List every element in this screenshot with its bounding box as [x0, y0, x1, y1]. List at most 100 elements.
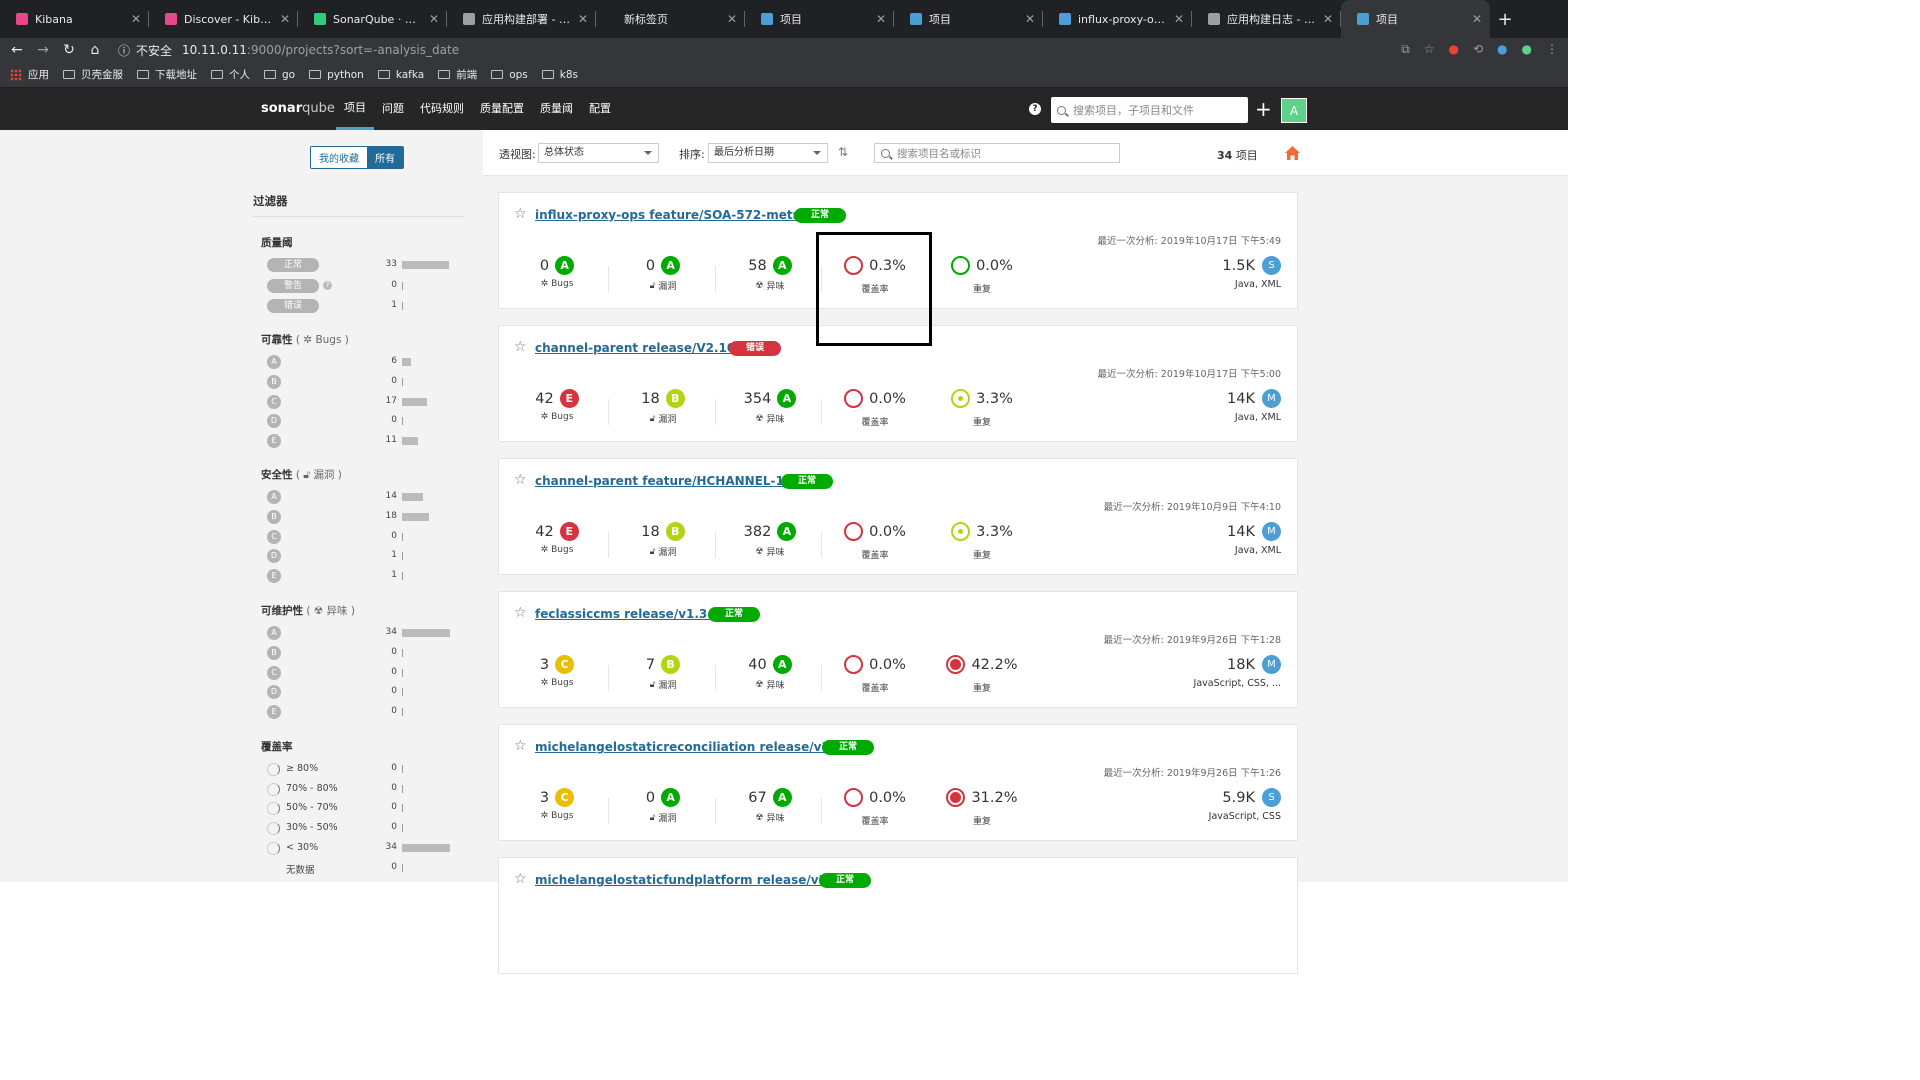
tab-close-icon[interactable]: ✕ — [280, 12, 290, 26]
bookmark-item[interactable]: k8s — [541, 69, 578, 81]
smell-metric[interactable]: 354 A ☢ 异味 — [725, 389, 815, 425]
help-icon[interactable]: ? — [1029, 103, 1041, 115]
sort-direction-icon[interactable]: ⇅ — [838, 145, 852, 161]
filter-option[interactable]: B 18 — [261, 508, 461, 526]
project-search-input[interactable]: 搜索项目名或标识 — [874, 143, 1120, 163]
bookmark-item[interactable]: kafka — [377, 69, 424, 81]
url-field[interactable]: ⓘ 不安全 10.11.0.11:9000/projects?sort=-ana… — [118, 42, 459, 59]
duplication-metric[interactable]: 42.2% 重复 — [937, 655, 1027, 694]
tab-close-icon[interactable]: ✕ — [1472, 12, 1482, 26]
vuln-metric[interactable]: 18 B 🔓︎ 漏洞 — [618, 389, 708, 425]
translate-icon[interactable]: ⧉ — [1401, 42, 1410, 57]
bugs-metric[interactable]: 3 C ✲ Bugs — [512, 788, 602, 821]
smell-metric[interactable]: 58 A ☢ 异味 — [725, 256, 815, 292]
bookmark-item[interactable]: 应用 — [10, 67, 49, 82]
extension-icon[interactable]: ● — [1448, 42, 1458, 57]
coverage-metric[interactable]: 0.0% 覆盖率 — [830, 389, 920, 428]
home-icon[interactable] — [1285, 146, 1300, 160]
help-icon[interactable]: ? — [323, 280, 332, 290]
favorites-button[interactable]: 我的收藏 — [311, 147, 367, 168]
vuln-metric[interactable]: 0 A 🔓︎ 漏洞 — [618, 256, 708, 292]
filter-option[interactable]: 错误 1 — [261, 297, 461, 315]
new-tab-icon[interactable]: + — [1490, 0, 1520, 38]
smell-metric[interactable]: 40 A ☢ 异味 — [725, 655, 815, 691]
favorite-star-icon[interactable]: ☆ — [514, 605, 527, 621]
filter-option[interactable]: ≥ 80% 0 — [261, 760, 461, 778]
tab-close-icon[interactable]: ✕ — [1323, 12, 1333, 26]
size-metric[interactable]: 5.9K S JavaScript, CSS — [1209, 788, 1281, 822]
tab-close-icon[interactable]: ✕ — [1025, 12, 1035, 26]
browser-tab[interactable]: 项目 ✕ — [1341, 0, 1490, 38]
vuln-metric[interactable]: 7 B 🔓︎ 漏洞 — [618, 655, 708, 691]
bookmark-item[interactable]: python — [309, 69, 364, 81]
filter-option[interactable]: 50% - 70% 0 — [261, 799, 461, 817]
coverage-metric[interactable]: 0.3% 覆盖率 — [830, 256, 920, 295]
browser-tab[interactable]: 应用构建日志 - Stark ✕ — [1192, 0, 1341, 38]
filter-option[interactable]: < 30% 34 — [261, 839, 461, 857]
bookmark-item[interactable]: go — [264, 69, 295, 81]
extension-icon[interactable]: ● — [1497, 42, 1507, 57]
bugs-metric[interactable]: 42 E ✲ Bugs — [512, 389, 602, 422]
filter-option[interactable]: C 17 — [261, 393, 461, 411]
all-button[interactable]: 所有 — [367, 147, 403, 168]
filter-option[interactable]: B0 — [261, 373, 461, 391]
nav-item[interactable]: 问题 — [374, 88, 412, 130]
forward-icon[interactable]: → — [30, 42, 56, 58]
browser-tab[interactable]: SonarQube · 语雀 ✕ — [298, 0, 447, 38]
favorite-star-icon[interactable]: ☆ — [514, 339, 527, 355]
bookmark-item[interactable]: ops — [491, 69, 528, 81]
favorite-star-icon[interactable]: ☆ — [514, 472, 527, 488]
nav-item[interactable]: 配置 — [581, 88, 619, 130]
size-metric[interactable]: 18K M JavaScript, CSS, ... — [1194, 655, 1281, 689]
global-search-input[interactable]: 搜索项目，子项目和文件 — [1051, 97, 1248, 123]
nav-item[interactable]: 代码规则 — [412, 88, 472, 130]
project-name-link[interactable]: michelangelostaticreconciliation release… — [535, 740, 856, 754]
browser-tab[interactable]: Discover - Kibana ✕ — [149, 0, 298, 38]
filter-option[interactable]: 无数据 0 — [261, 859, 461, 877]
project-name-link[interactable]: influx-proxy-ops feature/SOA-572-metrics — [535, 208, 817, 222]
filter-option[interactable]: 70% - 80% 0 — [261, 780, 461, 798]
avatar[interactable]: A — [1281, 98, 1307, 123]
tab-close-icon[interactable]: ✕ — [727, 12, 737, 26]
filter-option[interactable]: E1 — [261, 567, 461, 585]
bookmark-item[interactable]: 下载地址 — [137, 67, 197, 82]
filter-option[interactable]: E 11 — [261, 432, 461, 450]
bookmark-star-icon[interactable]: ☆ — [1424, 42, 1435, 57]
filter-option[interactable]: B0 — [261, 644, 461, 662]
size-metric[interactable]: 14K M Java, XML — [1227, 389, 1281, 423]
favorite-star-icon[interactable]: ☆ — [514, 871, 527, 887]
menu-icon[interactable]: ⋮ — [1546, 42, 1558, 57]
filter-option[interactable]: C0 — [261, 528, 461, 546]
bugs-metric[interactable]: 42 E ✲ Bugs — [512, 522, 602, 555]
view-select[interactable]: 总体状态 — [538, 143, 659, 163]
coverage-metric[interactable]: 0.0% 覆盖率 — [830, 522, 920, 561]
tab-close-icon[interactable]: ✕ — [876, 12, 886, 26]
size-metric[interactable]: 14K M Java, XML — [1227, 522, 1281, 556]
size-metric[interactable]: 1.5K S Java, XML — [1222, 256, 1281, 290]
filter-option[interactable]: A6 — [261, 353, 461, 371]
duplication-metric[interactable]: 0.0% 重复 — [937, 256, 1027, 295]
filter-option[interactable]: A 14 — [261, 488, 461, 506]
coverage-metric[interactable]: 0.0% 覆盖率 — [830, 788, 920, 827]
browser-tab[interactable]: Kibana ✕ — [0, 0, 149, 38]
duplication-metric[interactable]: 3.3% 重复 — [937, 522, 1027, 561]
tab-close-icon[interactable]: ✕ — [131, 12, 141, 26]
smell-metric[interactable]: 67 A ☢ 异味 — [725, 788, 815, 824]
sort-select[interactable]: 最后分析日期 — [708, 143, 828, 163]
sonarqube-logo[interactable]: sonarqube — [261, 101, 335, 116]
filter-option[interactable]: 正常 33 — [261, 256, 461, 274]
reload-icon[interactable]: ↻ — [56, 42, 82, 58]
filter-option[interactable]: D0 — [261, 412, 461, 430]
project-name-link[interactable]: feclassiccms release/v1.3.0 — [535, 607, 720, 621]
home-icon[interactable]: ⌂ — [82, 42, 108, 58]
filter-option[interactable]: C0 — [261, 664, 461, 682]
extension-icon[interactable]: ⟲ — [1473, 42, 1483, 57]
tab-close-icon[interactable]: ✕ — [1174, 12, 1184, 26]
tab-close-icon[interactable]: ✕ — [578, 12, 588, 26]
browser-tab[interactable]: 项目 ✕ — [745, 0, 894, 38]
project-name-link[interactable]: channel-parent feature/HCHANNEL-177 — [535, 474, 801, 488]
coverage-metric[interactable]: 0.0% 覆盖率 — [830, 655, 920, 694]
smell-metric[interactable]: 382 A ☢ 异味 — [725, 522, 815, 558]
filter-option[interactable]: A 34 — [261, 624, 461, 642]
duplication-metric[interactable]: 31.2% 重复 — [937, 788, 1027, 827]
